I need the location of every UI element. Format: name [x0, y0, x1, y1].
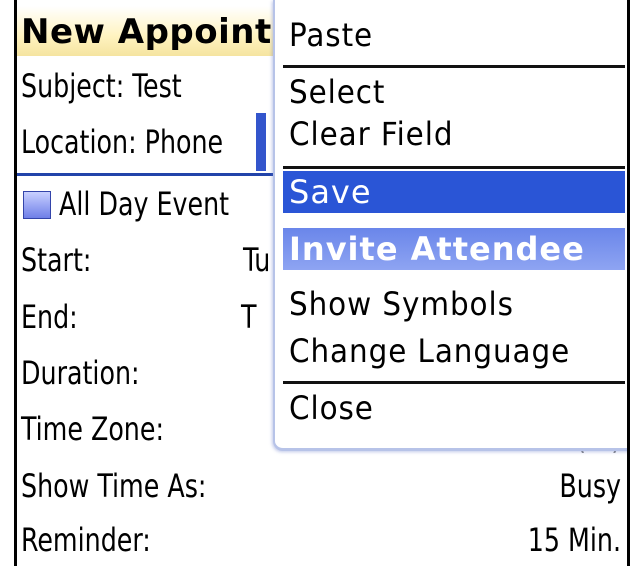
end-value[interactable]: T: [241, 297, 256, 337]
menu-item-clear-field[interactable]: Clear Field: [289, 113, 453, 155]
duration-label: Duration:: [21, 354, 140, 392]
menu-item-show-symbols[interactable]: Show Symbols: [289, 283, 514, 325]
context-menu: Paste Select Clear Field Save Invite Att…: [273, 0, 627, 451]
menu-item-select[interactable]: Select: [289, 71, 385, 113]
reminder-label: Reminder:: [21, 521, 151, 559]
appointment-screen: New Appoint Subject: Test Location: Phon…: [14, 0, 630, 566]
menu-item-close[interactable]: Close: [289, 387, 374, 429]
page-title: New Appoint: [21, 12, 272, 52]
location-field[interactable]: Location: Phone: [21, 122, 223, 162]
start-label: Start:: [21, 241, 92, 279]
start-value[interactable]: Tu: [243, 240, 270, 280]
menu-item-paste[interactable]: Paste: [289, 14, 373, 56]
subject-field[interactable]: Subject: Test: [21, 66, 182, 106]
menu-item-change-language[interactable]: Change Language: [289, 330, 570, 372]
menu-separator: [283, 65, 625, 68]
timezone-label: Time Zone:: [21, 410, 164, 448]
menu-separator: [283, 381, 625, 384]
menu-separator: [283, 166, 625, 169]
all-day-label: All Day Event: [59, 185, 230, 223]
show-time-value[interactable]: Busy: [559, 466, 621, 506]
reminder-value[interactable]: 15 Min.: [528, 520, 621, 560]
menu-item-save[interactable]: Save: [283, 171, 625, 213]
show-time-label: Show Time As:: [21, 467, 207, 505]
menu-item-invite-attendee[interactable]: Invite Attendee: [283, 228, 625, 270]
end-label: End:: [21, 298, 78, 336]
text-cursor: [256, 113, 266, 171]
all-day-checkbox[interactable]: [23, 191, 51, 219]
